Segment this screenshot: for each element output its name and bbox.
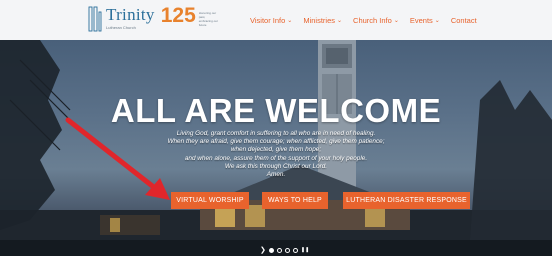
- hero-slider: ALL ARE WELCOME Living God, grant comfor…: [0, 40, 552, 256]
- nav-ministries[interactable]: Ministries ⌄: [303, 16, 342, 25]
- lutheran-disaster-response-button[interactable]: LUTHERAN DISASTER RESPONSE: [343, 192, 470, 209]
- slider-dot-3[interactable]: [284, 248, 290, 253]
- main-nav: Visitor Info ⌄ Ministries ⌄ Church Info …: [250, 0, 488, 40]
- nav-church-info[interactable]: Church Info ⌄: [353, 16, 399, 25]
- nav-contact[interactable]: Contact: [451, 16, 477, 25]
- logo-name: Trinity: [106, 5, 155, 24]
- prayer-line: when dejected, give them hope;: [230, 146, 322, 154]
- chevron-down-icon: ⌄: [393, 17, 399, 24]
- slider-arrow-icon[interactable]: ❯: [260, 247, 266, 254]
- anniversary-number: 125: [160, 4, 196, 27]
- hero-headline: ALL ARE WELCOME: [110, 92, 442, 129]
- chevron-down-icon: ⌄: [337, 17, 343, 24]
- logo-tagline: Honoring our past, embracing our future: [198, 11, 218, 27]
- nav-label: Events: [409, 15, 433, 25]
- nav-label: Contact: [450, 15, 477, 25]
- virtual-worship-button[interactable]: VIRTUAL WORSHIP: [171, 192, 249, 209]
- site-header: Trinity Lutheran Church 125 Honoring our…: [0, 0, 552, 40]
- nav-events[interactable]: Events ⌄: [410, 16, 440, 25]
- prayer-line: Living God, grant comfort in suffering t…: [176, 130, 376, 137]
- prayer-line: and when alone, assure them of the suppo…: [184, 154, 368, 162]
- slider-dot-4[interactable]: [292, 248, 298, 253]
- slider-dot-2[interactable]: [276, 248, 282, 253]
- prayer-line: We ask this through Christ our Lord.: [224, 162, 328, 170]
- prayer-line: Amen.: [266, 171, 286, 179]
- chevron-down-icon: ⌄: [434, 17, 440, 24]
- logo-text: Trinity Lutheran Church: [106, 5, 155, 31]
- cross-logo-icon: [88, 6, 102, 32]
- nav-label: Ministries: [303, 15, 335, 25]
- slider-pagination: ❯ ❚❚: [260, 247, 309, 254]
- nav-visitor-info[interactable]: Visitor Info ⌄: [250, 16, 292, 25]
- prayer-text: Living God, grant comfort in suffering t…: [0, 130, 552, 179]
- ways-to-help-button[interactable]: WAYS TO HELP: [262, 192, 328, 209]
- slider-dot-1[interactable]: [268, 248, 274, 253]
- nav-label: Church Info: [353, 15, 392, 25]
- nav-label: Visitor Info: [250, 15, 286, 25]
- chevron-down-icon: ⌄: [287, 17, 293, 24]
- site-logo[interactable]: Trinity Lutheran Church 125 Honoring our…: [88, 4, 219, 36]
- logo-subtitle: Lutheran Church: [106, 25, 136, 30]
- pause-icon[interactable]: ❚❚: [301, 248, 309, 253]
